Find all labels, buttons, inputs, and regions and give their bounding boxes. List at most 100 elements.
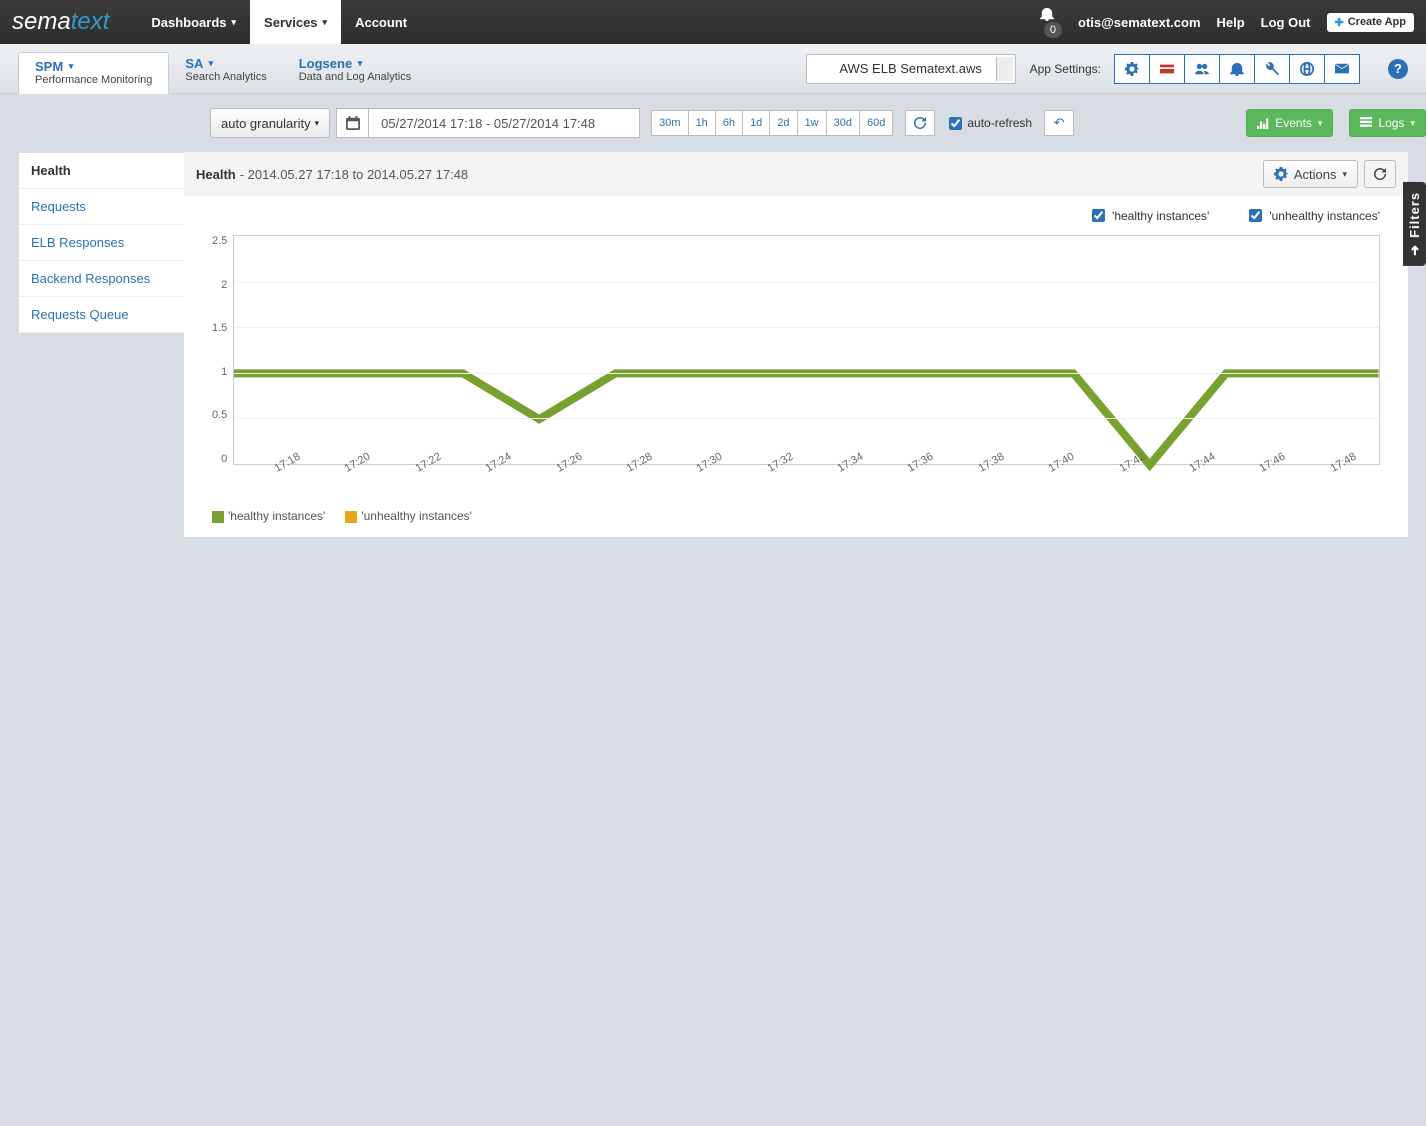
chevron-down-icon: ▾ [323,17,328,28]
preset-1w[interactable]: 1w [797,110,827,136]
app-setting-wrench[interactable] [1254,54,1290,84]
logs-label: Logs [1378,116,1404,130]
sidebar-item-backend-responses[interactable]: Backend Responses [19,261,184,297]
y-tick: 2 [221,279,227,291]
preset-6h[interactable]: 6h [715,110,743,136]
y-tick: 1 [221,366,227,378]
app-selector[interactable]: AWS ELB Sematext.aws [806,54,1016,84]
app-settings-label: App Settings: [1030,62,1101,76]
legend-toggle-unhealthy[interactable]: 'unhealthy instances' [1245,206,1380,225]
globe-icon [1300,62,1314,76]
brand-right: text [71,8,110,36]
logs-button[interactable]: Logs ▾ [1349,109,1426,137]
help-icon[interactable]: ? [1388,59,1408,79]
legend-toggle-healthy[interactable]: 'healthy instances' [1088,206,1209,225]
preset-30d[interactable]: 30d [826,110,860,136]
chart-y-axis: 2.521.510.50 [212,235,233,465]
preset-30m[interactable]: 30m [651,110,688,136]
gridline [234,282,1379,283]
notifications-count: 0 [1044,22,1062,38]
app-setting-users[interactable] [1184,54,1220,84]
chart-container: 'healthy instances' 'unhealthy instances… [184,196,1408,537]
wrench-icon [1265,62,1279,76]
chart-legend-top: 'healthy instances' 'unhealthy instances… [212,202,1380,235]
preset-60d[interactable]: 60d [859,110,893,136]
create-app-button[interactable]: ✚ Create App [1327,13,1415,32]
plus-icon: ✚ [1335,16,1344,29]
bell-icon [1040,7,1054,21]
chevron-down-icon: ▾ [1318,118,1323,129]
sidebar: HealthRequestsELB ResponsesBackend Respo… [18,152,184,334]
gear-icon [1125,62,1139,76]
app-setting-envelope[interactable] [1324,54,1360,84]
nav-dashboards[interactable]: Dashboards ▾ [137,0,250,44]
app-setting-gear[interactable] [1114,54,1150,84]
app-selector-value: AWS ELB Sematext.aws [839,61,982,76]
service-tab-spm[interactable]: SPM ▾Performance Monitoring [18,52,169,94]
date-range-text: 05/27/2014 17:18 - 05/27/2014 17:48 [369,116,639,131]
service-tab-sa[interactable]: SA ▾Search Analytics [169,52,282,93]
users-icon [1195,62,1209,76]
auto-refresh-label: auto-refresh [967,116,1032,130]
service-tab-logsene[interactable]: Logsene ▾Data and Log Analytics [283,52,428,93]
chevron-down-icon: ▾ [232,17,237,28]
chevron-down-icon: ▾ [1410,118,1415,129]
gears-icon [1274,167,1288,181]
sidebar-item-health[interactable]: Health [19,153,184,189]
preset-2d[interactable]: 2d [769,110,797,136]
nav-account[interactable]: Account [341,0,421,44]
swatch-healthy [212,511,224,523]
nav-label: Dashboards [151,15,226,30]
events-button[interactable]: Events ▾ [1246,109,1333,137]
undo-icon: ↶ [1054,115,1065,131]
service-subtitle: Performance Monitoring [35,74,152,86]
brand-logo[interactable]: sematext [12,8,109,36]
nav-services[interactable]: Services▾ [250,0,341,44]
preset-1h[interactable]: 1h [688,110,716,136]
app-setting-bell[interactable] [1219,54,1255,84]
create-app-label: Create App [1348,16,1406,28]
bell-icon [1230,62,1244,76]
chevron-down-icon: ▾ [315,118,320,129]
time-presets: 30m1h6h1d2d1w30d60d [652,110,893,136]
actions-menu[interactable]: Actions ▾ [1263,160,1358,188]
auto-refresh-checkbox[interactable] [949,117,962,130]
chevron-down-icon: ▾ [69,61,74,71]
chevron-down-icon: ▾ [1342,169,1347,180]
logout-link[interactable]: Log Out [1261,15,1311,30]
sidebar-item-requests-queue[interactable]: Requests Queue [19,297,184,333]
panel-refresh-button[interactable] [1364,160,1396,188]
filters-tab[interactable]: ➜ Filters [1403,182,1426,266]
refresh-button[interactable] [905,110,935,136]
actions-label: Actions [1294,167,1337,182]
app-setting-credit-card[interactable] [1149,54,1185,84]
time-toolbar: auto granularity ▾ 05/27/2014 17:18 - 05… [0,94,1426,152]
topbar: sematext Dashboards▾Services▾Account 0 o… [0,0,1426,44]
user-email[interactable]: otis@sematext.com [1078,15,1201,30]
preset-1d[interactable]: 1d [742,110,770,136]
app-setting-globe[interactable] [1289,54,1325,84]
chart-plot-area[interactable] [233,235,1380,465]
date-range-picker[interactable]: 05/27/2014 17:18 - 05/27/2014 17:48 [336,108,640,138]
undo-button[interactable]: ↶ [1044,110,1074,136]
service-code: Logsene ▾ [299,56,412,71]
y-tick: 0.5 [212,409,227,421]
panel-title: Health [196,167,236,182]
granularity-select[interactable]: auto granularity ▾ [210,108,330,138]
credit-card-icon [1160,62,1174,76]
gridline [234,373,1379,374]
sidebar-item-requests[interactable]: Requests [19,189,184,225]
auto-refresh-toggle[interactable]: auto-refresh [945,114,1032,133]
panel-range: - 2014.05.27 17:18 to 2014.05.27 17:48 [240,167,468,182]
help-link[interactable]: Help [1217,15,1245,30]
legend-unhealthy-label: 'unhealthy instances' [1269,209,1380,223]
list-icon [1360,117,1372,129]
sidebar-item-elb-responses[interactable]: ELB Responses [19,225,184,261]
nav-label: Account [355,15,407,30]
refresh-icon [1374,168,1386,180]
chevron-down-icon: ▾ [358,58,363,68]
y-tick: 1.5 [212,322,227,334]
granularity-label: auto granularity [221,116,311,131]
arrow-left-icon: ➜ [1407,244,1422,256]
notifications-button[interactable]: 0 [1040,7,1062,38]
